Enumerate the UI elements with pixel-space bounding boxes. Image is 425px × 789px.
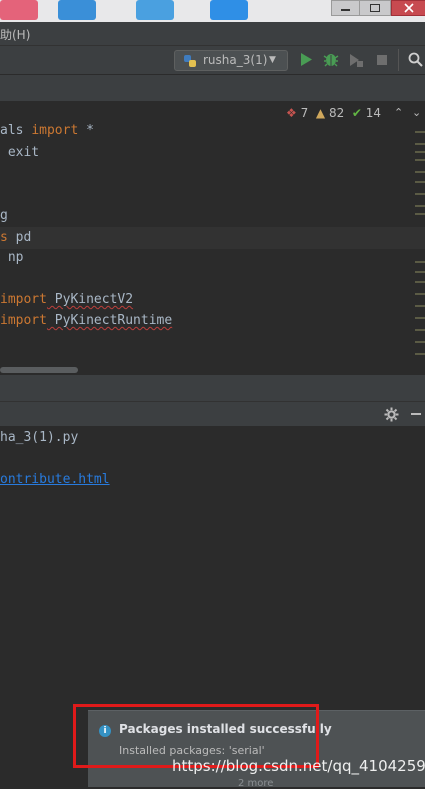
run-tool-window-header — [0, 401, 425, 427]
watermark-text: https://blog.csdn.net/qq_41042595 — [172, 757, 425, 775]
toolbar-divider — [398, 49, 399, 71]
code-line: g — [0, 208, 8, 223]
menu-bar: 助(H) — [0, 22, 425, 45]
error-stripe-mark[interactable] — [415, 281, 425, 283]
error-stripe-mark[interactable] — [415, 151, 425, 153]
maximize-icon[interactable] — [359, 0, 391, 16]
weak-warning-icon: ✔ — [351, 106, 362, 120]
error-stripe-mark[interactable] — [415, 317, 425, 319]
minimize-panel-icon[interactable] — [411, 413, 421, 415]
caret-row-highlight — [0, 227, 425, 249]
warning-icon: ▲ — [315, 106, 326, 120]
stop-icon[interactable] — [377, 55, 387, 65]
minimize-icon[interactable] — [331, 0, 360, 16]
run-configuration-label: rusha_3(1) — [203, 53, 268, 67]
console-link[interactable]: ontribute.html — [0, 472, 110, 487]
toolbar: rusha_3(1) ▼ — [0, 45, 425, 74]
menu-item-help[interactable]: 助(H) — [0, 26, 30, 43]
console-line: ontribute.html — [0, 472, 110, 487]
taskbar-app-icon[interactable] — [0, 0, 38, 20]
error-count: 7 — [300, 106, 309, 120]
notification-more-link[interactable]: 2 more — [238, 778, 273, 789]
error-stripe-mark[interactable] — [415, 193, 425, 195]
error-stripe-mark[interactable] — [415, 213, 425, 215]
error-stripe-mark[interactable] — [415, 271, 425, 273]
run-configuration-dropdown[interactable]: rusha_3(1) ▼ — [174, 50, 288, 71]
error-stripe-mark[interactable] — [415, 131, 425, 133]
error-icon: ❖ — [286, 106, 297, 120]
horizontal-scrollbar-thumb[interactable] — [0, 367, 78, 373]
code-line: als import * — [0, 123, 94, 138]
error-stripe-mark[interactable] — [415, 181, 425, 183]
error-stripe-mark[interactable] — [415, 261, 425, 263]
debug-icon[interactable] — [323, 51, 339, 67]
error-stripe-mark[interactable] — [415, 329, 425, 331]
error-stripe-mark[interactable] — [415, 293, 425, 295]
console-run-command: ha_3(1).py — [0, 430, 79, 445]
chevron-down-icon: ▼ — [269, 55, 276, 65]
error-stripe-mark[interactable] — [415, 341, 425, 343]
taskbar-app-icon[interactable] — [58, 0, 96, 20]
error-stripe-mark[interactable] — [415, 143, 425, 145]
inspection-widget[interactable]: ❖ 7 ▲ 82 ✔ 14 — [286, 106, 381, 120]
search-icon[interactable] — [408, 52, 423, 67]
weak-warning-count: 14 — [365, 106, 382, 120]
run-icon[interactable] — [300, 53, 312, 66]
window-title-bar — [0, 0, 425, 22]
code-line: import PyKinectRuntime — [0, 313, 173, 328]
python-icon — [184, 55, 196, 67]
taskbar-app-icon[interactable] — [210, 0, 248, 20]
tool-window-divider — [0, 375, 425, 401]
error-stripe-mark[interactable] — [415, 205, 425, 207]
chevron-up-icon[interactable]: ⌃ — [394, 106, 403, 119]
taskbar-app-icon[interactable] — [136, 0, 174, 20]
close-icon[interactable] — [391, 0, 425, 16]
error-stripe-mark[interactable] — [415, 305, 425, 307]
error-stripe-mark[interactable] — [415, 159, 425, 161]
code-line: s pd — [0, 230, 32, 245]
error-stripe-mark[interactable] — [415, 353, 425, 355]
code-line: import PyKinectV2 — [0, 292, 134, 307]
editor-tab-strip — [0, 74, 425, 102]
gear-icon[interactable] — [384, 407, 399, 422]
warning-count: 82 — [328, 106, 345, 120]
code-editor[interactable]: ❖ 7 ▲ 82 ✔ 14 ⌃ ⌄ als import * exit g s … — [0, 101, 425, 375]
coverage-icon[interactable] — [348, 52, 364, 68]
error-stripe-mark[interactable] — [415, 171, 425, 173]
code-line: exit — [0, 145, 40, 160]
code-line: np — [0, 250, 24, 265]
chevron-down-icon[interactable]: ⌄ — [412, 106, 421, 119]
